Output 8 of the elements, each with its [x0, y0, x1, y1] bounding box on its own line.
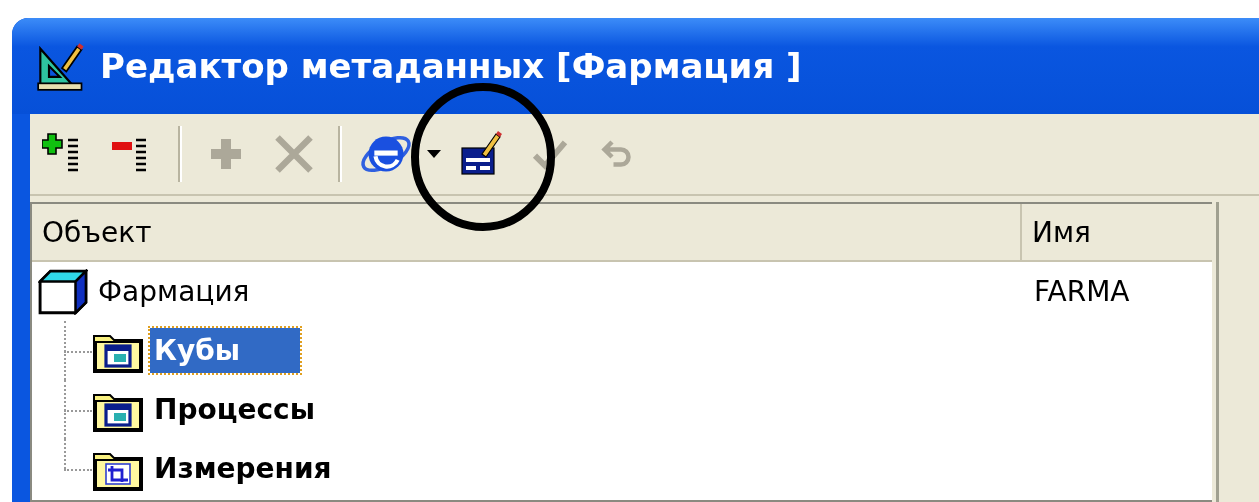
column-header[interactable]: Объект: [32, 204, 1022, 260]
table-cell: FARMA: [1034, 275, 1130, 308]
column-header[interactable]: Имя: [1022, 204, 1212, 260]
tree-item[interactable]: Процессы: [150, 387, 319, 432]
window-title: Редактор метаданных [Фармация ]: [100, 46, 802, 86]
tree-item[interactable]: Кубы: [150, 328, 300, 373]
tree-item[interactable]: Измерения: [150, 446, 336, 491]
tree-item[interactable]: Фармация: [94, 269, 254, 314]
